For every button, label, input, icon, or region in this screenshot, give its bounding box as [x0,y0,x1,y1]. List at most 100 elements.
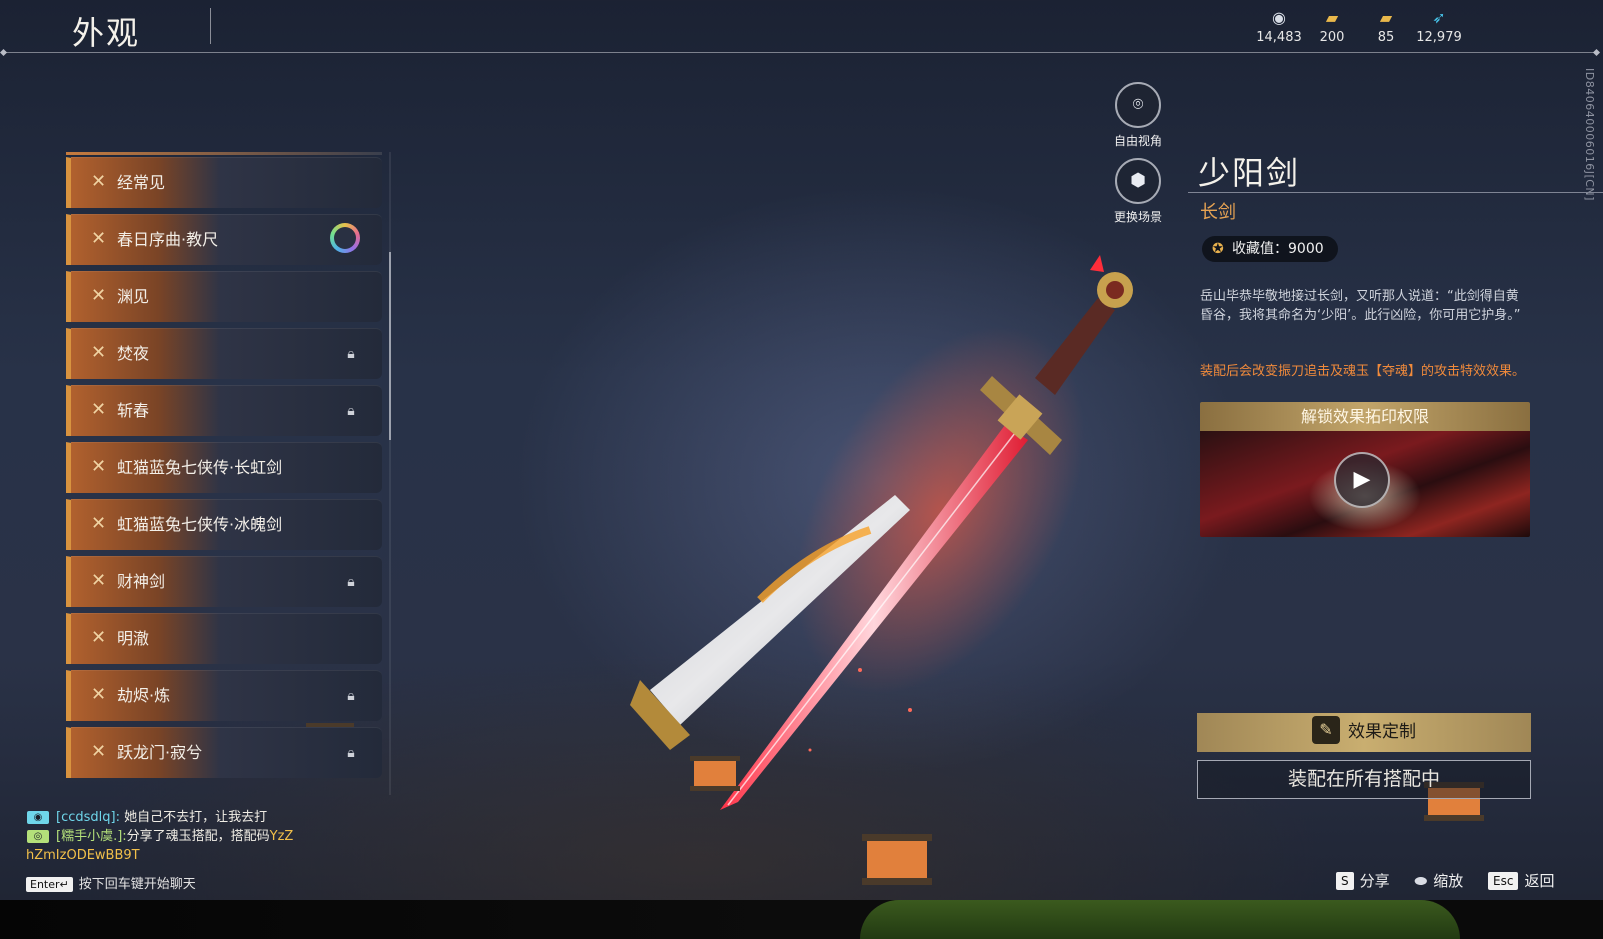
list-item[interactable]: ✕ 春日序曲·教尺 [66,214,382,265]
effect-note: 装配后会改变振刀追击及魂玉【夺魂】的攻击特效效果。 [1200,364,1526,379]
list-item-label: 渊见 [117,287,150,306]
skin-mark-icon: ✕ [91,741,107,762]
free-view-label: 自由视角 [1113,134,1162,148]
effect-preview-video[interactable]: ▶ [1200,431,1530,537]
list-item-label: 虹猫蓝兔七侠传·冰魄剑 [117,515,283,534]
currency-coins: ◉ 14,483 [1251,8,1307,45]
free-view-button[interactable]: ⌾ 自由视角 [1103,82,1173,149]
skin-mark-icon: ✕ [91,399,107,420]
equip-all-button[interactable]: 装配在所有搭配中 [1197,760,1531,799]
share-code-continuation[interactable]: hZmIzODEwBB9T [26,846,486,865]
change-scene-button[interactable]: ⬢ 更换场景 [1103,158,1173,225]
list-item-label: 跃龙门·寂兮 [117,743,203,762]
skin-mark-icon: ✕ [91,285,107,306]
divider-end-diamond [1592,48,1601,57]
list-item[interactable]: ✕ 焚夜 🔒︎ [66,328,382,379]
list-item-label: 斩春 [117,401,150,420]
list-item-label: 春日序曲·教尺 [117,230,219,249]
enter-key: Enter↵ [26,877,73,892]
brush-icon: ✎ [1312,716,1340,744]
zoom-hint[interactable]: ⬬ 缩放 [1414,870,1463,891]
collection-icon: ✪ [1212,241,1224,257]
player-id: ID840640006016J[CN] [1583,68,1596,201]
list-item-label: 焚夜 [117,344,150,363]
key-hints: S 分享 ⬬ 缩放 Esc 返回 [1336,870,1554,892]
header-divider [6,52,1598,53]
share-code[interactable]: YzZ [270,829,294,844]
enter-hint-text: 按下回车键开始聊天 [78,877,196,892]
lock-icon: 🔒︎ [347,688,355,704]
list-item[interactable]: ✕ 斩春 🔒︎ [66,385,382,436]
currency-value: 14,483 [1256,30,1302,45]
team-icon: ◉ [27,811,49,824]
chat-enter-hint: Enter↵ 按下回车键开始聊天 [26,873,196,892]
lock-icon: 🔒︎ [347,346,355,362]
currency-gold-bar: ▰ 200 [1304,8,1360,45]
collection-value: 收藏值：9000 [1232,241,1324,257]
list-item[interactable]: ✕ 财神剑 🔒︎ [66,556,382,607]
skin-mark-icon: ✕ [91,342,107,363]
lock-icon: 🔒︎ [347,574,355,590]
chat-text: 分享了魂玉搭配，搭配码 [126,829,270,844]
chat-text: 她自己不去打，让我去打 [119,810,268,825]
share-label: 分享 [1359,872,1390,890]
list-item[interactable]: ✕ 经常见 [66,157,382,208]
currency-value: 200 [1319,30,1345,45]
gold-bar-icon: ▰ [1325,8,1339,27]
list-item-label: 劫烬·炼 [117,686,171,705]
chat-box: ◉ [ccdsdlq]: 她自己不去打，让我去打 ◎ [糯手小虞.]:分享了魂玉… [26,808,486,865]
list-item-label: 虹猫蓝兔七侠传·长虹剑 [117,458,283,477]
grass-edge [860,900,1460,939]
list-top-edge [66,152,382,155]
unlock-effect-card[interactable]: 解锁效果拓印权限 ▶ [1200,402,1530,537]
scrollbar-thumb[interactable] [389,252,391,440]
list-item[interactable]: ✕ 劫烬·炼 🔒︎ [66,670,382,721]
list-item-label: 财神剑 [117,572,166,591]
page-title: 外观 [72,14,141,52]
divider-end-diamond [0,48,8,57]
list-item[interactable]: ✕ 明澈 [66,613,382,664]
back-label: 返回 [1524,872,1555,890]
skin-mark-icon: ✕ [91,570,107,591]
skin-mark-icon: ✕ [91,228,107,249]
list-item-label: 经常见 [117,173,166,192]
world-icon: ◎ [27,830,49,843]
share-key: S [1336,872,1354,890]
top-bar: 外观 ◉ 14,483 ▰ 200 ▰ 85 ➶ 12,979 [0,0,1603,57]
chat-sender[interactable]: [糯手小虞.]: [56,829,127,844]
currency-value: 85 [1377,30,1395,45]
gold-bar-plus-icon: ▰ [1379,8,1393,27]
cube-icon: ⬢ [1115,158,1161,204]
lantern-decoration [690,756,740,791]
skin-mark-icon: ✕ [91,171,107,192]
collection-value-badge: ✪ 收藏值：9000 [1202,236,1338,262]
bottom-strip [0,900,1603,939]
customize-label: 效果定制 [1348,722,1416,742]
play-icon[interactable]: ▶ [1334,452,1390,508]
name-divider [1188,192,1603,193]
list-item[interactable]: ✕ 虹猫蓝兔七侠传·长虹剑 [66,442,382,493]
skin-mark-icon: ✕ [91,627,107,648]
esc-key: Esc [1488,872,1519,890]
equipped-ring-icon [330,223,360,253]
list-item[interactable]: ✕ 渊见 [66,271,382,322]
skin-mark-icon: ✕ [91,513,107,534]
customize-effect-button[interactable]: ✎ 效果定制 [1197,713,1531,752]
back-hint[interactable]: Esc 返回 [1488,870,1554,891]
lock-icon: 🔒︎ [347,403,355,419]
chat-sender[interactable]: [ccdsdlq]: [56,810,120,825]
item-name: 少阳剑 [1198,154,1301,192]
currency-feather: ➶ 12,979 [1411,8,1467,45]
list-scrollbar[interactable] [389,152,391,795]
sword-illustration [630,255,1133,810]
skin-mark-icon: ✕ [91,456,107,477]
chat-message: ◎ [糯手小虞.]:分享了魂玉搭配，搭配码YzZ [26,827,486,846]
currency-gold-bar-plus: ▰ 85 [1358,8,1414,45]
list-item[interactable]: ✕ 跃龙门·寂兮 🔒︎ [66,727,382,778]
chat-message: ◉ [ccdsdlq]: 她自己不去打，让我去打 [26,808,486,827]
change-scene-label: 更换场景 [1113,210,1162,224]
share-hint[interactable]: S 分享 [1336,870,1390,891]
skin-list: ✕ 经常见 ✕ 春日序曲·教尺 ✕ 渊见 ✕ 焚夜 🔒︎ ✕ 斩春 🔒︎ ✕ 虹… [66,152,382,795]
list-item[interactable]: ✕ 虹猫蓝兔七侠传·冰魄剑 [66,499,382,550]
coin-stack-icon: ◉ [1272,8,1286,27]
